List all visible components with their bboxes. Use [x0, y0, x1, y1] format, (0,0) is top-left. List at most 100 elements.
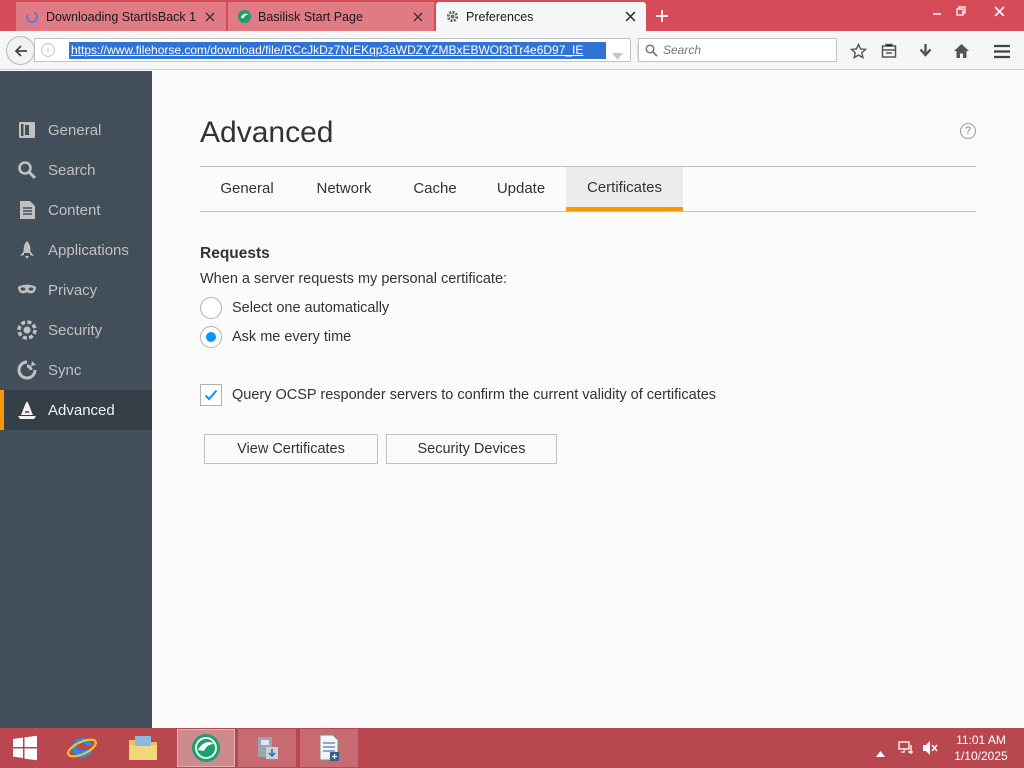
sync-icon — [16, 359, 38, 381]
requests-description: When a server requests my personal certi… — [200, 271, 508, 287]
tab-label: Network — [316, 180, 372, 197]
tab-title: Downloading StartIsBack 1 — [46, 9, 197, 24]
sidebar-item-label: Privacy — [48, 281, 98, 299]
url-text[interactable]: https://www.filehorse.com/download/file/… — [69, 42, 606, 59]
tab-certificates[interactable]: Certificates — [566, 167, 683, 211]
sidebar-item-label: Applications — [48, 241, 129, 259]
tab-title: Basilisk Start Page — [258, 9, 363, 24]
radio-label: Ask me every time — [232, 329, 352, 345]
sidebar-item-general[interactable]: General — [0, 110, 152, 150]
tab-network[interactable]: Network — [294, 167, 394, 211]
sidebar-item-applications[interactable]: Applications — [0, 230, 152, 270]
tab-downloading[interactable]: Downloading StartIsBack 1 — [16, 2, 226, 31]
search-icon — [16, 159, 38, 181]
tab-preferences[interactable]: Preferences — [436, 2, 646, 31]
ocsp-checkbox-row[interactable]: Query OCSP responder servers to confirm … — [200, 384, 716, 406]
tab-cache[interactable]: Cache — [394, 167, 476, 211]
advanced-wizard-hat-icon — [16, 399, 38, 421]
installer-icon — [258, 737, 278, 759]
radio-select-automatically[interactable]: Select one automatically — [200, 297, 389, 319]
tab-label: General — [220, 180, 274, 197]
sidebar-item-privacy[interactable]: Privacy — [0, 270, 152, 310]
network-icon[interactable] — [898, 740, 914, 761]
taskbar-file-explorer[interactable] — [114, 729, 172, 767]
close-tab-icon[interactable] — [622, 9, 638, 25]
preferences-pane: Advanced ? General Network Cache Update … — [152, 71, 1024, 728]
tab-label: Cache — [413, 180, 457, 197]
ocsp-label: Query OCSP responder servers to confirm … — [232, 387, 717, 403]
sidebar-item-label: Content — [48, 201, 101, 219]
navigation-toolbar: i https://www.filehorse.com/download/fil… — [0, 31, 1024, 70]
tab-label: Update — [496, 180, 546, 197]
taskbar-installer-app[interactable] — [238, 729, 296, 767]
gear-icon — [444, 9, 460, 25]
page-title: Advanced — [200, 116, 334, 149]
content-icon — [16, 199, 38, 221]
radio-button[interactable] — [200, 297, 222, 319]
help-icon[interactable]: ? — [960, 123, 976, 139]
show-hidden-icons-icon[interactable] — [876, 744, 885, 762]
view-certificates-button[interactable]: View Certificates — [204, 434, 378, 464]
taskbar-basilisk-browser[interactable] — [177, 729, 235, 767]
tab-basilisk-start[interactable]: Basilisk Start Page — [228, 2, 434, 31]
volume-muted-icon[interactable] — [922, 740, 938, 761]
bookmarks-menu-icon[interactable] — [879, 41, 899, 61]
sidebar-item-advanced[interactable]: Advanced — [0, 390, 152, 430]
close-tab-icon[interactable] — [410, 9, 426, 25]
sidebar-item-label: Advanced — [48, 401, 115, 419]
url-history-dropdown-icon[interactable] — [612, 47, 623, 65]
sidebar-item-sync[interactable]: Sync — [0, 350, 152, 390]
tab-label: Certificates — [586, 179, 663, 196]
bookmark-star-icon[interactable] — [848, 41, 868, 61]
file-explorer-folder-icon — [129, 736, 157, 760]
search-icon — [645, 44, 658, 62]
start-button[interactable] — [0, 729, 50, 767]
back-arrow-icon — [14, 44, 27, 57]
search-bar[interactable] — [638, 38, 837, 62]
windows-taskbar — [0, 728, 1024, 768]
requests-section-title: Requests — [200, 245, 270, 262]
privacy-mask-icon — [16, 279, 38, 301]
security-devices-button[interactable]: Security Devices — [386, 434, 557, 464]
ocsp-checkbox[interactable] — [200, 384, 222, 406]
sidebar-item-label: Sync — [48, 361, 82, 379]
preferences-sidebar: General Search Content Applications Priv… — [0, 71, 152, 728]
general-icon — [16, 119, 38, 141]
sidebar-item-label: Search — [48, 161, 96, 179]
taskbar-internet-explorer[interactable] — [53, 729, 111, 767]
sidebar-item-label: General — [48, 121, 102, 139]
download-spinner-icon — [24, 9, 40, 25]
back-button[interactable] — [6, 36, 35, 65]
tab-update[interactable]: Update — [476, 167, 566, 211]
tab-strip: Downloading StartIsBack 1 Basilisk Start… — [0, 0, 1024, 31]
internet-explorer-icon — [67, 737, 97, 758]
clock-date: 1/10/2025 — [954, 749, 1008, 763]
search-input[interactable] — [663, 42, 831, 58]
radio-button[interactable] — [200, 326, 222, 348]
taskbar-document-app[interactable] — [300, 729, 358, 767]
close-window-icon[interactable] — [984, 0, 1014, 22]
tab-general[interactable]: General — [200, 167, 294, 211]
tab-title: Preferences — [466, 9, 534, 24]
hamburger-menu-icon[interactable] — [992, 41, 1012, 61]
sidebar-item-label: Security — [48, 321, 103, 339]
system-clock[interactable]: 11:01 AM 1/10/2025 — [944, 732, 1018, 764]
site-info-icon[interactable]: i — [41, 43, 55, 57]
applications-icon — [16, 239, 38, 261]
document-icon — [319, 734, 339, 761]
new-tab-icon[interactable] — [652, 6, 672, 26]
windows-logo-icon — [13, 735, 37, 761]
home-icon[interactable] — [951, 41, 971, 61]
checkmark-icon — [204, 389, 218, 401]
downloads-icon[interactable] — [915, 41, 935, 61]
restore-window-icon[interactable] — [946, 0, 976, 22]
url-bar[interactable]: i https://www.filehorse.com/download/fil… — [34, 38, 656, 65]
radio-ask-every-time[interactable]: Ask me every time — [200, 326, 351, 348]
tabs-divider — [200, 211, 976, 212]
sidebar-item-security[interactable]: Security — [0, 310, 152, 350]
sidebar-item-search[interactable]: Search — [0, 150, 152, 190]
basilisk-logo-icon — [236, 9, 252, 25]
close-tab-icon[interactable] — [202, 9, 218, 25]
basilisk-logo-icon — [192, 734, 220, 762]
sidebar-item-content[interactable]: Content — [0, 190, 152, 230]
